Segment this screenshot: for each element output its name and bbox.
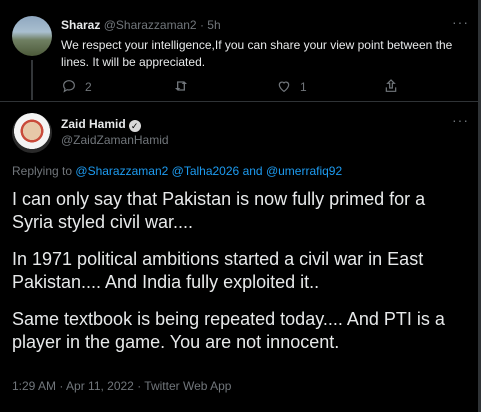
replying-to-line: Replying to @Sharazzaman2 @Talha2026 and… [12,164,342,178]
tweet1-time[interactable]: 5h [207,18,220,32]
tweet2-paragraph: I can only say that Pakistan is now full… [12,189,426,232]
mention-umerrafiq92[interactable]: @umerrafiq92 [266,164,342,178]
replying-to-label: Replying to [12,164,73,178]
share-icon [385,79,397,92]
mention-sharazzaman2[interactable]: @Sharazzaman2 [75,164,168,178]
tweet1-share-button[interactable] [383,78,399,94]
tweet1-like-button[interactable] [276,78,292,94]
tweet2-text: I can only say that Pakistan is now full… [12,188,467,368]
tweet1-handle[interactable]: @Sharazzaman2 [104,18,197,32]
tweet2-paragraph: Same textbook is being repeated today...… [12,309,445,352]
avatar-sharaz[interactable] [12,16,52,56]
tweet1-more-icon[interactable]: ··· [452,14,469,30]
tweet1-reply-count: 2 [85,80,92,94]
tweet2-timestamp[interactable]: 1:29 AM · Apr 11, 2022 · Twitter Web App [12,379,231,393]
like-icon [278,81,290,93]
retweet-icon [175,81,187,91]
thread-line [31,60,33,100]
reply-icon [63,80,75,93]
mention-talha2026[interactable]: @Talha2026 [172,164,240,178]
tweet2-handle[interactable]: @ZaidZamanHamid [61,133,169,147]
tweet2-paragraph: In 1971 political ambitions started a ci… [12,249,424,292]
tweet1-display-name[interactable]: Sharaz [61,18,100,32]
tweet2-more-icon[interactable]: ··· [452,112,469,128]
tweet1-header: Sharaz @Sharazzaman2 · 5h [61,18,221,32]
tweet1-reply-button[interactable] [61,78,77,94]
tweet2-display-name[interactable]: Zaid Hamid [61,117,126,131]
tweet1-retweet-button[interactable] [173,78,189,94]
tweet2-author: Zaid Hamid ✓ [61,115,141,133]
divider [0,101,481,102]
replying-to-and: and [242,164,263,178]
tweet1-like-count: 1 [300,80,307,94]
avatar-zaid-hamid[interactable] [12,113,52,153]
tweet1-separator: · [199,18,204,32]
verified-badge-icon: ✓ [128,120,141,132]
tweet1-text: We respect your intelligence,If you can … [61,38,453,69]
